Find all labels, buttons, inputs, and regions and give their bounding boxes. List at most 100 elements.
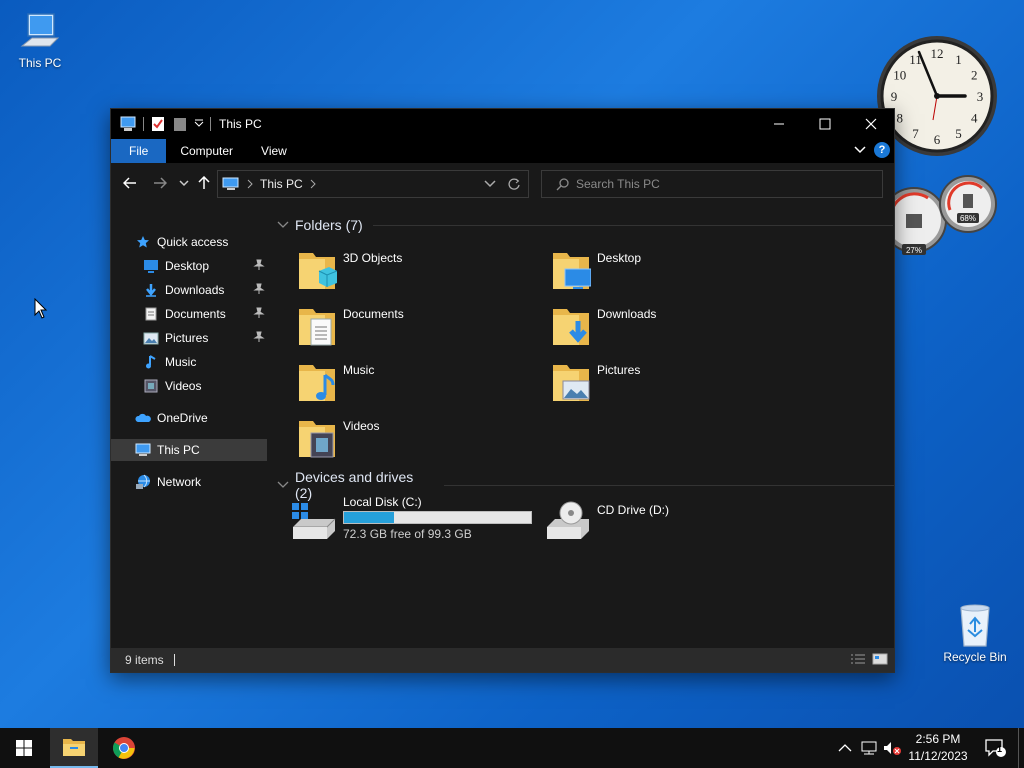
address-dropdown-icon[interactable]	[484, 180, 496, 188]
folder-3d-objects[interactable]: 3D Objects	[297, 249, 537, 297]
minimize-button[interactable]	[756, 109, 802, 139]
drive-name: CD Drive (D:)	[597, 503, 669, 517]
folder-music[interactable]: Music	[297, 361, 537, 409]
properties-icon[interactable]	[150, 116, 166, 132]
music-folder-icon	[299, 365, 335, 401]
search-input[interactable]	[576, 177, 876, 191]
taskbar-time: 2:56 PM	[915, 732, 961, 746]
tab-view[interactable]: View	[247, 139, 301, 163]
up-button[interactable]	[194, 173, 214, 193]
clock-numeral: 1	[955, 52, 962, 67]
drive-cd-d[interactable]: CD Drive (D:)	[545, 495, 745, 545]
breadcrumb-this-pc[interactable]: This PC	[260, 177, 303, 191]
document-icon	[143, 306, 159, 322]
folder-label: Documents	[343, 307, 404, 321]
clock-numeral: 6	[934, 132, 941, 147]
show-hidden-icons-chevron-icon[interactable]	[838, 743, 852, 753]
sidebar-item-this-pc[interactable]: This PC	[111, 439, 267, 461]
navigation-bar: This PC	[111, 163, 894, 203]
memory-percent: 68%	[960, 214, 976, 223]
navigation-pane: Quick access Desktop Downloads Documents…	[111, 203, 269, 649]
details-view-icon[interactable]	[850, 653, 866, 665]
file-explorer-icon	[63, 739, 85, 756]
sidebar-item-downloads[interactable]: Downloads	[111, 279, 267, 301]
pin-icon[interactable]	[253, 307, 265, 319]
folder-pictures[interactable]: Pictures	[551, 361, 791, 409]
chrome-icon	[113, 737, 135, 759]
forward-arrow-icon	[154, 177, 167, 189]
help-icon[interactable]: ?	[874, 142, 890, 158]
breadcrumb-chevron-icon[interactable]	[309, 179, 317, 189]
sidebar-item-label: Desktop	[165, 259, 210, 273]
action-center-button[interactable]: 1	[978, 728, 1012, 768]
recent-locations-button[interactable]	[174, 173, 194, 193]
system-tray	[838, 728, 902, 768]
sidebar-item-videos[interactable]: Videos	[111, 375, 267, 397]
tiles-view-icon[interactable]	[872, 653, 888, 665]
group-header-folders[interactable]: Folders (7)	[277, 217, 893, 233]
sidebar-item-label: Music	[165, 355, 197, 369]
tab-file[interactable]: File	[111, 139, 167, 163]
volume-muted-icon[interactable]	[882, 740, 902, 756]
sidebar-item-quick-access[interactable]: Quick access	[111, 231, 267, 253]
back-arrow-icon	[123, 177, 136, 189]
sidebar-item-label: Documents	[165, 307, 226, 321]
customize-qa-chevron-icon[interactable]	[194, 119, 204, 129]
breadcrumb-chevron-icon	[247, 179, 253, 189]
notification-icon	[985, 739, 1006, 757]
sidebar-item-label: Network	[157, 475, 202, 489]
sidebar-item-network[interactable]: Network	[111, 471, 267, 493]
close-button[interactable]	[848, 109, 894, 139]
group-header-label: Folders (7)	[295, 217, 363, 233]
desktop-icon-this-pc[interactable]: This PC	[2, 10, 78, 70]
expand-ribbon-chevron-icon[interactable]	[854, 145, 866, 155]
memory-chip-icon	[963, 194, 973, 208]
pin-icon[interactable]	[253, 259, 265, 271]
ribbon: File Computer View ?	[111, 139, 894, 163]
show-desktop-button[interactable]	[1018, 728, 1019, 768]
computer-icon	[20, 13, 60, 47]
desktop-icon-label: This PC	[18, 56, 62, 70]
cpu-meter-gadget[interactable]: 27% 68%	[884, 170, 1000, 270]
sidebar-item-onedrive[interactable]: OneDrive	[111, 407, 267, 429]
search-icon	[556, 178, 569, 191]
folder-videos[interactable]: Videos	[297, 417, 537, 465]
sidebar-item-pictures[interactable]: Pictures	[111, 327, 267, 349]
drive-usage-fill	[344, 512, 395, 523]
network-tray-icon[interactable]	[860, 740, 878, 756]
clock-numeral: 4	[971, 111, 978, 126]
folder-downloads[interactable]: Downloads	[551, 305, 791, 353]
taskbar-date: 11/12/2023	[908, 749, 968, 763]
pin-icon[interactable]	[253, 331, 265, 343]
forward-button[interactable]	[150, 173, 170, 193]
address-bar[interactable]: This PC	[217, 170, 529, 198]
start-button[interactable]	[0, 728, 48, 768]
taskbar-file-explorer[interactable]	[50, 728, 98, 768]
sidebar-item-label: This PC	[157, 443, 200, 457]
sidebar-item-music[interactable]: Music	[111, 351, 267, 373]
desktop-icon-label: Recycle Bin	[943, 650, 1007, 664]
sidebar-item-desktop[interactable]: Desktop	[111, 255, 267, 277]
tab-computer[interactable]: Computer	[166, 139, 247, 163]
folder-desktop[interactable]: Desktop	[551, 249, 791, 297]
drive-local-disk-c[interactable]: Local Disk (C:) 72.3 GB free of 99.3 GB	[291, 495, 541, 545]
taskbar-chrome[interactable]	[100, 728, 148, 768]
pin-icon[interactable]	[253, 283, 265, 295]
desktop-icon-recycle-bin[interactable]: Recycle Bin	[937, 602, 1013, 664]
title-bar[interactable]: This PC	[111, 109, 894, 139]
videos-folder-icon	[299, 421, 335, 458]
this-pc-icon	[222, 177, 239, 190]
refresh-icon[interactable]	[508, 178, 520, 190]
back-button[interactable]	[120, 173, 140, 193]
sidebar-item-documents[interactable]: Documents	[111, 303, 267, 325]
new-folder-icon[interactable]	[172, 116, 188, 132]
documents-folder-icon	[299, 309, 335, 346]
download-arrow-icon	[143, 282, 159, 298]
this-pc-icon	[120, 116, 136, 131]
downloads-folder-icon	[553, 309, 589, 345]
maximize-button[interactable]	[802, 109, 848, 139]
taskbar-clock[interactable]: 2:56 PM 11/12/2023	[903, 731, 973, 765]
folder-documents[interactable]: Documents	[297, 305, 537, 353]
search-box[interactable]	[541, 170, 883, 198]
maximize-icon	[819, 118, 831, 130]
